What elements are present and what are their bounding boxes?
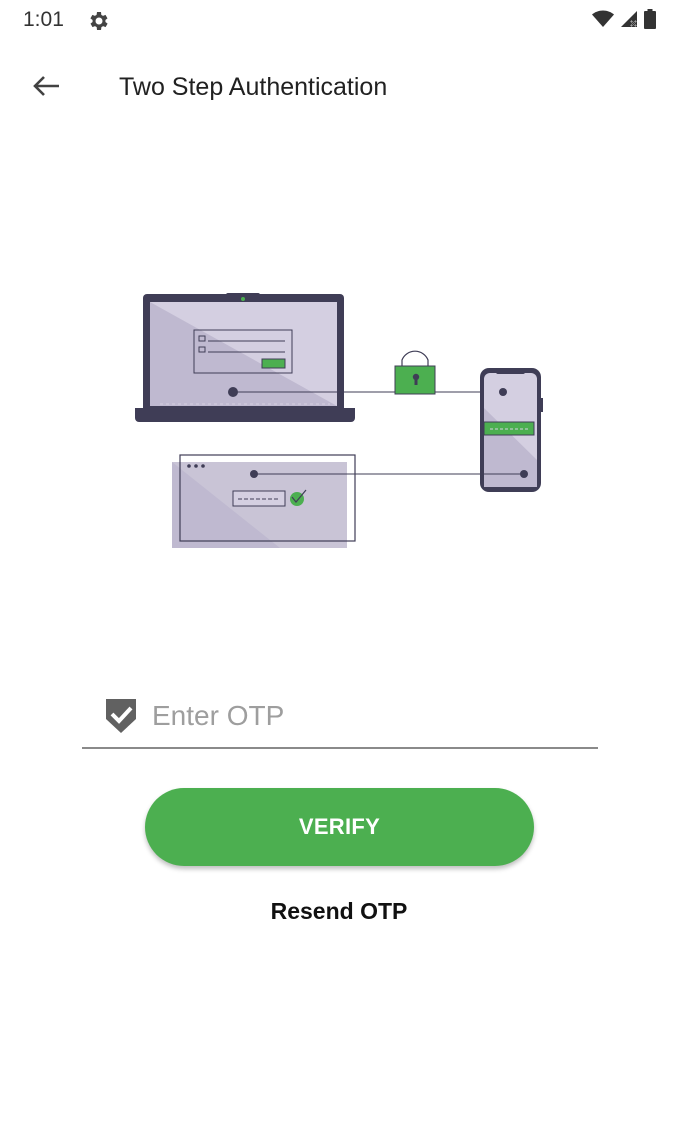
verify-button[interactable]: VERIFY — [145, 788, 534, 866]
status-bar: 1:01 — [0, 0, 678, 42]
app-bar: Two Step Authentication — [0, 56, 678, 120]
status-time: 1:01 — [23, 8, 64, 31]
verified-shield-icon — [104, 697, 138, 735]
back-button[interactable] — [24, 70, 68, 106]
status-icons — [592, 8, 656, 34]
signal-icon — [620, 10, 638, 33]
otp-input[interactable] — [152, 694, 582, 738]
battery-icon — [644, 8, 656, 34]
resend-otp-link[interactable]: Resend OTP — [0, 898, 678, 925]
otp-field — [82, 690, 598, 749]
settings-gear-icon — [87, 9, 111, 33]
arrow-back-icon — [32, 74, 60, 103]
wifi-icon — [592, 10, 614, 33]
two-step-authentication-illustration — [130, 290, 550, 552]
page-title: Two Step Authentication — [119, 73, 388, 101]
